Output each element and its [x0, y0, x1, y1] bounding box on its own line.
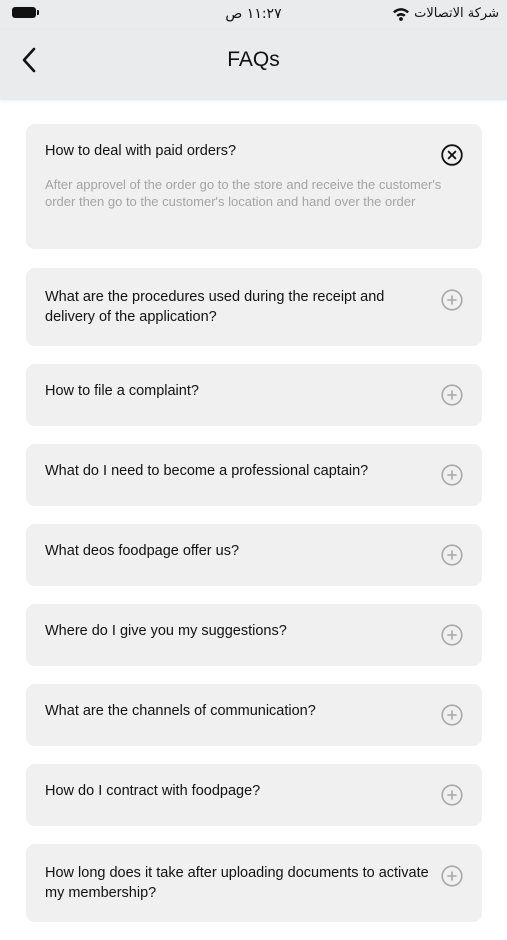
plus-circle-icon[interactable]: [441, 384, 463, 406]
faq-question: What are the procedures used during the …: [45, 289, 385, 325]
close-circle-icon[interactable]: [441, 144, 463, 166]
plus-circle-icon[interactable]: [441, 624, 463, 646]
faq-item[interactable]: How to file a complaint?: [26, 364, 482, 426]
status-bar: ١١:٢٧ ص شركة الاتصالات: [0, 0, 507, 30]
faq-item[interactable]: How to deal with paid orders? After appr…: [26, 124, 482, 249]
faq-question: How long does it take after uploading do…: [45, 865, 429, 901]
faq-question: What are the channels of communication?: [45, 703, 316, 719]
plus-circle-icon[interactable]: [441, 464, 463, 486]
carrier-name: شركة الاتصالات: [414, 6, 499, 21]
faq-question: How to file a complaint?: [45, 383, 199, 399]
app-header: FAQs: [0, 30, 507, 100]
status-right: شركة الاتصالات: [392, 5, 499, 23]
faq-question: How to deal with paid orders?: [45, 143, 237, 159]
faq-question: What do I need to become a professional …: [45, 463, 369, 479]
plus-circle-icon[interactable]: [441, 544, 463, 566]
faq-item[interactable]: What deos foodpage offer us?: [26, 524, 482, 586]
faq-item[interactable]: Where do I give you my suggestions?: [26, 604, 482, 666]
faq-answer: After approvel of the order go to the st…: [45, 177, 442, 209]
faq-question: Where do I give you my suggestions?: [45, 623, 287, 639]
plus-circle-icon[interactable]: [441, 289, 463, 311]
plus-circle-icon[interactable]: [441, 784, 463, 806]
plus-circle-icon[interactable]: [441, 704, 463, 726]
faq-question: How do I contract with foodpage?: [45, 783, 261, 799]
wifi-icon: [393, 8, 410, 21]
plus-circle-icon[interactable]: [441, 865, 463, 887]
faq-list: How to deal with paid orders? After appr…: [26, 124, 482, 940]
faq-item[interactable]: What are the channels of communication?: [26, 684, 482, 746]
faq-item[interactable]: What are the procedures used during the …: [26, 268, 482, 346]
faq-question: What deos foodpage offer us?: [45, 543, 240, 559]
page-title: FAQs: [227, 48, 280, 71]
faq-item[interactable]: What do I need to become a professional …: [26, 444, 482, 506]
faq-item[interactable]: How long does it take after uploading do…: [26, 844, 482, 922]
faq-item[interactable]: How do I contract with foodpage?: [26, 764, 482, 826]
